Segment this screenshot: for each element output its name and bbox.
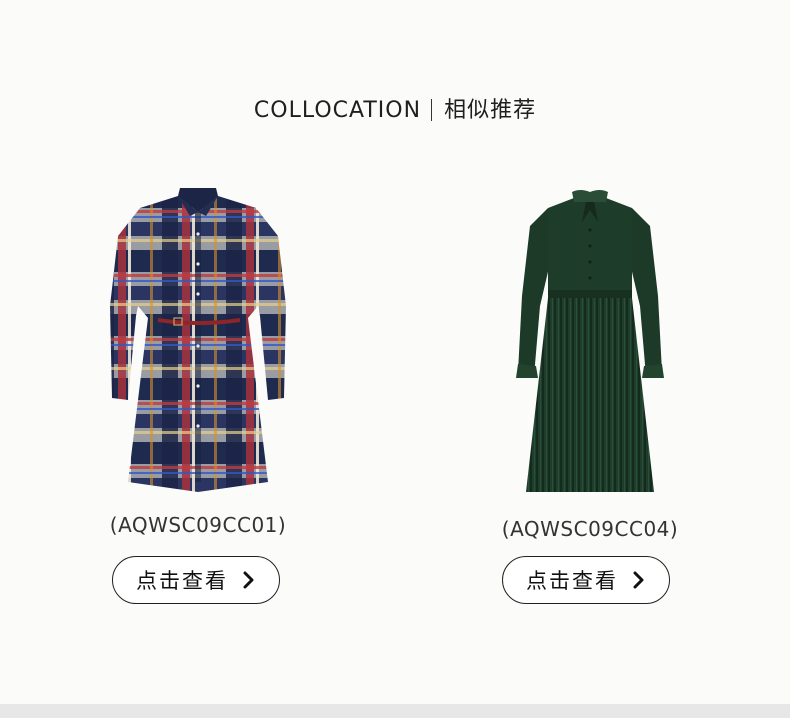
- product-card: (AQWSC09CC01) 点击查看: [78, 186, 318, 604]
- bottom-divider-bar: [0, 704, 790, 718]
- view-details-label: 点击查看: [526, 569, 618, 593]
- product-code: (AQWSC09CC01): [109, 513, 287, 537]
- view-details-button[interactable]: 点击查看: [502, 556, 670, 604]
- view-details-button[interactable]: 点击查看: [112, 556, 280, 604]
- view-details-label: 点击查看: [136, 569, 228, 593]
- title-divider: [431, 99, 433, 121]
- product-card: (AQWSC09CC04) 点击查看: [470, 186, 710, 604]
- product-code: (AQWSC09CC04): [501, 517, 679, 541]
- section-title: COLLOCATION 相似推荐: [0, 92, 790, 124]
- title-english: COLLOCATION: [253, 98, 422, 123]
- green-pleated-dress-image[interactable]: [470, 186, 710, 502]
- plaid-shirt-dress-image[interactable]: [78, 186, 318, 502]
- chevron-right-icon: [633, 571, 644, 589]
- title-chinese: 相似推荐: [444, 98, 537, 123]
- chevron-right-icon: [243, 571, 254, 589]
